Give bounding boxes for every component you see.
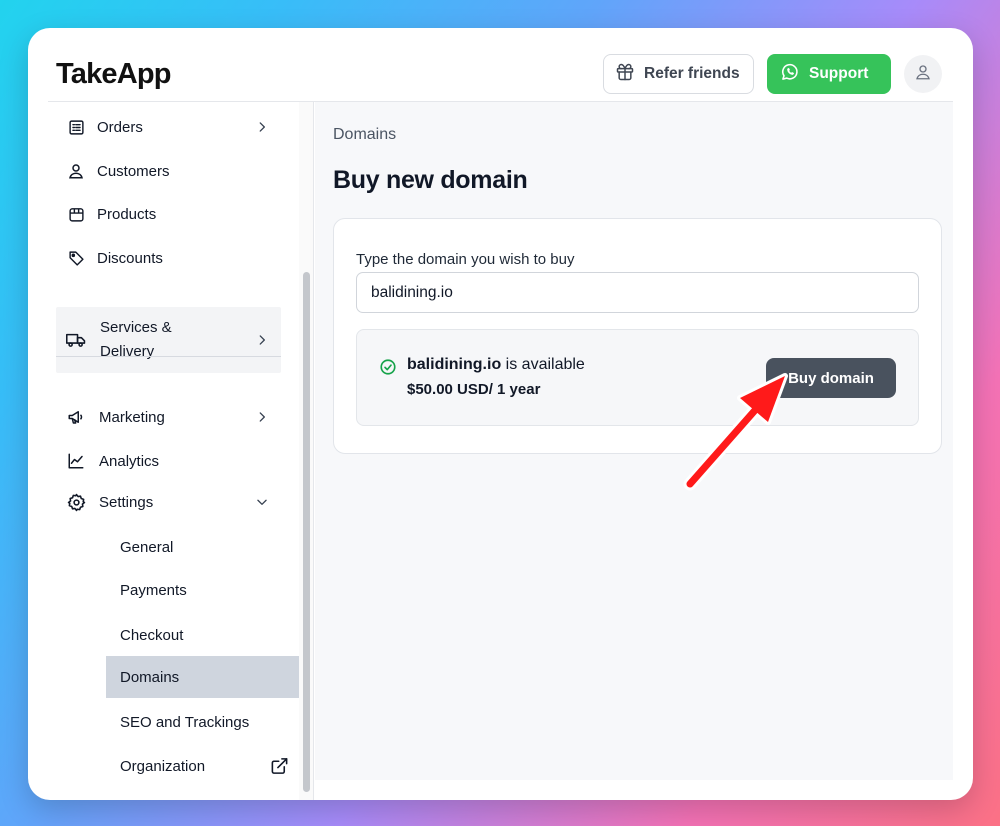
settings-sub-seo-trackings[interactable]: SEO and Trackings [106,701,301,743]
sub-item-label: Domains [120,668,180,686]
takeapp-logo[interactable]: TakeApp [56,58,172,91]
settings-sub-general[interactable]: General [106,526,301,568]
sidebar-item-analytics[interactable]: Analytics [56,441,281,481]
availability-box: balidining.io is available $50.00 USD/ 1… [356,329,919,426]
gift-icon [615,62,635,87]
buy-domain-card: Type the domain you wish to buy balidini… [333,218,942,454]
check-circle-icon [379,358,397,376]
main-content: Domains Buy new domain Type the domain y… [315,102,953,780]
sidebar-lower: Marketing Analytics Settings General Pay… [48,102,301,800]
sidebar-item-settings[interactable]: Settings [56,482,281,522]
sub-item-label: Organization [120,757,206,775]
support-label: Support [809,65,869,82]
domain-field-label: Type the domain you wish to buy [356,251,575,268]
sub-item-label: Checkout [120,626,184,644]
settings-sub-domains[interactable]: Domains [106,656,301,698]
sidebar-scrollbar-thumb[interactable] [303,272,310,792]
sidebar-item-label: Settings [99,493,154,511]
sub-item-label: SEO and Trackings [120,713,250,731]
chevron-right-icon [255,410,269,424]
refer-friends-button[interactable]: Refer friends [603,54,754,94]
sidebar-item-marketing[interactable]: Marketing [56,397,281,437]
sidebar-item-label: Marketing [99,408,165,426]
chart-line-icon [66,452,86,470]
external-link-icon [270,757,289,776]
buy-domain-button[interactable]: Buy domain [766,358,896,398]
megaphone-icon [66,408,86,426]
support-button[interactable]: Support [767,54,891,94]
availability-text: balidining.io is available [407,356,585,374]
page-title: Buy new domain [333,166,528,194]
gear-icon [66,493,86,512]
settings-sub-organization[interactable]: Organization [106,745,301,787]
sub-item-label: Payments [120,581,187,599]
sidebar-item-label: Analytics [99,452,160,470]
user-avatar-icon [914,63,932,86]
user-avatar-button[interactable] [904,55,942,93]
settings-sub-checkout[interactable]: Checkout [106,614,301,656]
refer-friends-label: Refer friends [644,65,740,82]
domain-price: $50.00 USD/ 1 year [407,381,541,398]
settings-sub-payments[interactable]: Payments [106,569,301,611]
app-window: TakeApp Refer friends Support Orders Cus… [28,28,973,800]
sub-item-label: General [120,538,174,556]
availability-status: is available [501,356,585,373]
available-domain-name: balidining.io [407,356,502,373]
chevron-down-icon [255,495,269,509]
whatsapp-icon [780,62,800,87]
breadcrumb[interactable]: Domains [333,126,396,144]
domain-input[interactable] [356,272,919,313]
